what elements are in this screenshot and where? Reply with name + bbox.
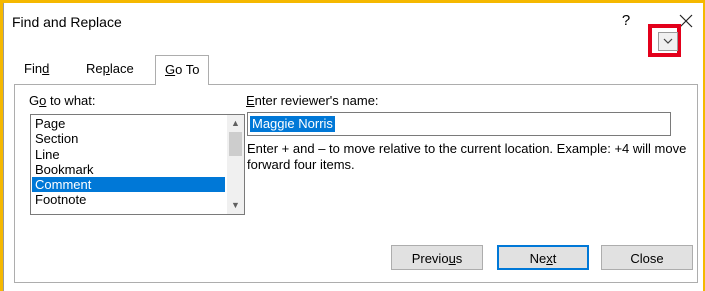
tab-replace[interactable]: Replace xyxy=(86,61,134,76)
help-button[interactable]: ? xyxy=(618,12,634,29)
list-item-line[interactable]: Line xyxy=(32,147,225,162)
vertical-scrollbar[interactable]: ▲ ▼ xyxy=(227,115,244,214)
list-item-footnote[interactable]: Footnote xyxy=(32,192,225,207)
find-replace-dialog: Find and Replace ? Find Replace Go To Go… xyxy=(3,3,703,291)
reviewer-name-value: Maggie Norris xyxy=(250,116,335,132)
list-item-comment[interactable]: Comment xyxy=(32,177,225,193)
dialog-title: Find and Replace xyxy=(12,14,122,30)
list-item-bookmark[interactable]: Bookmark xyxy=(32,162,225,177)
scroll-thumb[interactable] xyxy=(229,132,242,156)
list-item-page[interactable]: Page xyxy=(32,116,225,131)
next-button[interactable]: Next xyxy=(497,245,589,270)
list-item-section[interactable]: Section xyxy=(32,131,225,146)
help-text: Enter + and – to move relative to the cu… xyxy=(247,141,687,172)
scroll-up-icon[interactable]: ▲ xyxy=(227,115,244,132)
title-bar: Find and Replace ? xyxy=(4,3,704,43)
previous-button[interactable]: Previous xyxy=(391,245,483,270)
tab-find[interactable]: Find xyxy=(24,61,49,76)
scroll-down-icon[interactable]: ▼ xyxy=(227,197,244,214)
go-to-what-label: Go to what: xyxy=(29,93,96,108)
chevron-down-icon[interactable] xyxy=(658,32,678,51)
reviewer-name-combobox[interactable]: Maggie Norris xyxy=(247,112,671,136)
go-to-panel: Go to what: Page Section Line Bookmark Comme… xyxy=(14,84,698,283)
reviewer-name-label: Enter reviewer's name: xyxy=(246,93,379,108)
go-to-what-items: Page Section Line Bookmark Comment Footnote xyxy=(32,116,225,208)
tab-strip: Find Replace Go To xyxy=(4,55,704,85)
close-button[interactable]: Close xyxy=(601,245,693,270)
tab-go-to[interactable]: Go To xyxy=(155,55,210,85)
go-to-what-list[interactable]: Page Section Line Bookmark Comment Footnote ▲… xyxy=(30,114,245,215)
